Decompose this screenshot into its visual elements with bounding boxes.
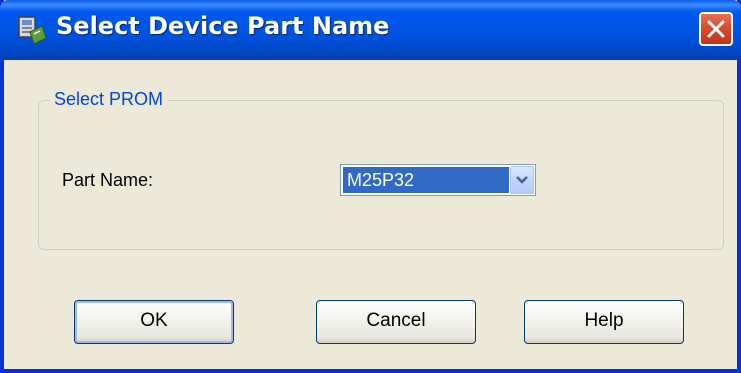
title-bar[interactable]: Select Device Part Name <box>0 0 741 60</box>
part-name-value: M25P32 <box>343 167 509 193</box>
dropdown-button[interactable] <box>510 166 534 194</box>
chevron-down-icon <box>516 176 528 184</box>
part-name-select[interactable]: M25P32 <box>340 164 536 196</box>
window-title: Select Device Part Name <box>56 12 390 40</box>
close-button[interactable] <box>699 12 733 46</box>
close-icon <box>707 20 725 38</box>
dialog-window: Select Device Part Name Select PROM Part… <box>0 0 741 373</box>
ok-button-label: OK <box>140 310 168 331</box>
group-label: Select PROM <box>50 89 168 110</box>
cancel-button[interactable]: Cancel <box>316 300 476 344</box>
cancel-button-label: Cancel <box>366 310 426 331</box>
ok-button[interactable]: OK <box>74 300 234 344</box>
part-name-label: Part Name: <box>62 170 154 190</box>
help-button[interactable]: Help <box>524 300 684 344</box>
device-app-icon <box>16 14 48 46</box>
help-button-label: Help <box>584 310 624 331</box>
